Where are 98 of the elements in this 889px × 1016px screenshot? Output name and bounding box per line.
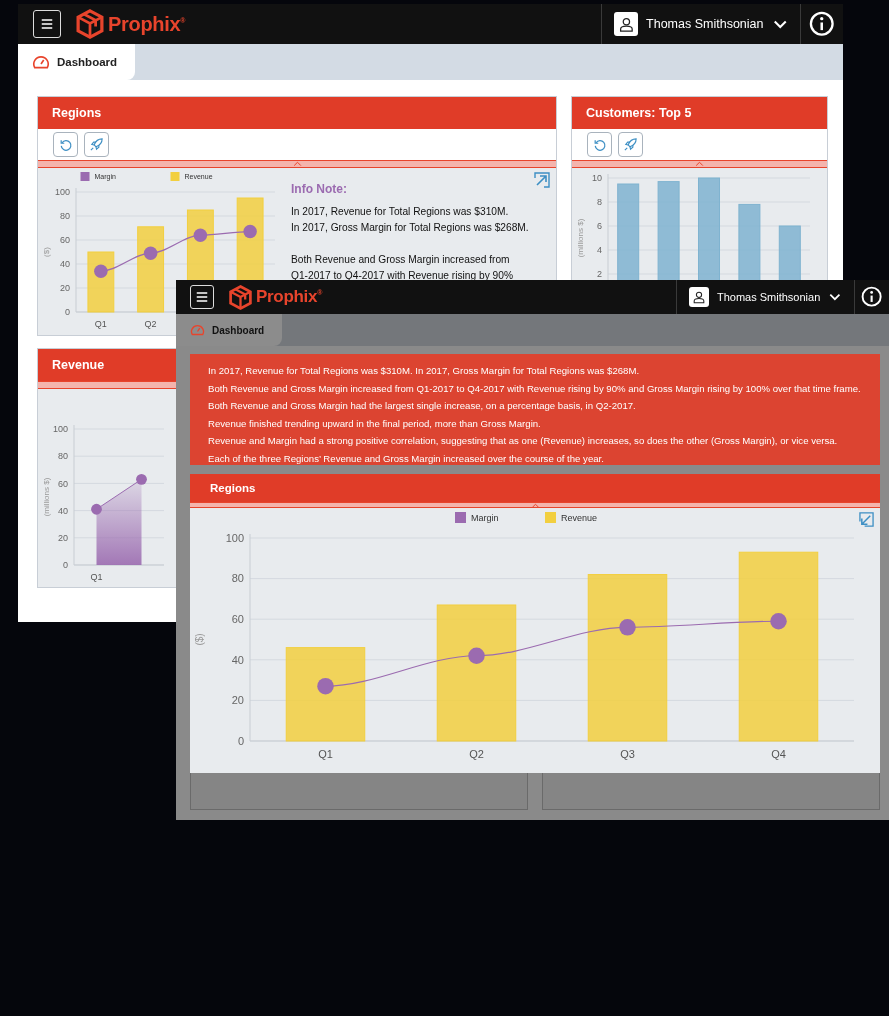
info-icon[interactable] bbox=[861, 286, 883, 308]
info-note-heading: Info Note: bbox=[291, 182, 348, 196]
axis-tick-label: 20 bbox=[58, 532, 68, 543]
axis-tick-label: 0 bbox=[65, 307, 70, 318]
data-point bbox=[136, 473, 147, 485]
data-point bbox=[243, 224, 257, 239]
dashboard-tab[interactable]: Dashboard bbox=[176, 314, 283, 346]
data-point bbox=[468, 647, 485, 664]
axis-title: (millions $) bbox=[576, 218, 585, 258]
user-avatar-icon bbox=[614, 12, 639, 36]
menu-button[interactable] bbox=[33, 10, 61, 38]
axis-tick-label: 80 bbox=[58, 451, 68, 462]
collapse-bar[interactable] bbox=[572, 160, 827, 168]
refresh-button[interactable] bbox=[587, 132, 612, 157]
axis-label: Q4 bbox=[771, 748, 786, 760]
axis-label: Q2 bbox=[144, 319, 157, 329]
collapse-bar[interactable] bbox=[190, 502, 880, 508]
rocket-button[interactable] bbox=[84, 132, 109, 157]
user-menu-button[interactable]: Thomas Smithsonian bbox=[675, 280, 855, 314]
refresh-icon bbox=[592, 137, 607, 152]
data-point bbox=[193, 228, 208, 242]
axis-tick-label: 100 bbox=[225, 531, 244, 544]
axis-tick-label: 40 bbox=[60, 259, 70, 270]
summary-text: In 2017, Revenue for Total Regions was $310M. In 2017, Gross Margin for Total Regions was $268M. bbox=[208, 364, 641, 378]
axis-title: (millions $) bbox=[42, 477, 51, 517]
panel-title: Revenue bbox=[38, 349, 176, 381]
axis-tick-label: 80 bbox=[231, 572, 244, 585]
expand-icon[interactable] bbox=[534, 172, 550, 188]
summary-text: Each of the three Regions’ Revenue and Gross Margin increased over the course of the year. bbox=[208, 451, 605, 466]
refresh-icon bbox=[58, 137, 73, 152]
menu-button[interactable] bbox=[190, 285, 214, 309]
axis-tick-label: 20 bbox=[60, 283, 70, 294]
axis-label: Q1 bbox=[94, 319, 107, 329]
axis-tick-label: 40 bbox=[58, 505, 68, 516]
axis-tick-label: 80 bbox=[60, 211, 70, 222]
info-note-text: In 2017, Gross Margin for Total Regions was $268M. bbox=[291, 221, 529, 235]
panel-title: Regions bbox=[38, 97, 556, 129]
axis-tick-label: 60 bbox=[60, 235, 70, 246]
data-point bbox=[770, 613, 787, 630]
speedometer-icon bbox=[32, 54, 50, 70]
axis-tick-label: 10 bbox=[592, 173, 602, 184]
collapse-icon[interactable] bbox=[859, 512, 874, 527]
axis-tick-label: 0 bbox=[237, 734, 244, 747]
data-point bbox=[143, 246, 158, 260]
refresh-button[interactable] bbox=[53, 132, 78, 157]
rocket-icon bbox=[89, 137, 104, 152]
axis-tick-label: 4 bbox=[597, 245, 602, 256]
axis-tick-label: 60 bbox=[231, 613, 244, 626]
collapse-bar[interactable] bbox=[38, 381, 176, 389]
user-menu-button[interactable]: Thomas Smithsonian bbox=[601, 4, 801, 44]
summary-text: Both Revenue and Gross Margin had the largest single increase, on a percentage basis, in Q2-2017. bbox=[208, 399, 637, 414]
axis-tick-label: 2 bbox=[597, 269, 602, 280]
bar bbox=[87, 251, 115, 313]
axis-title: ($) bbox=[194, 633, 205, 646]
axis-label: Q1 bbox=[318, 748, 333, 760]
legend-label: Revenue bbox=[561, 513, 598, 523]
summary-text: Revenue finished trending upward in the final period, more than Gross Margin. bbox=[208, 416, 542, 431]
data-point bbox=[619, 619, 636, 636]
legend-item: Revenue bbox=[545, 512, 598, 523]
axis-tick-label: 60 bbox=[58, 478, 68, 489]
data-point bbox=[317, 677, 334, 695]
info-note-text: In 2017, Revenue for Total Regions was $310M. bbox=[291, 205, 510, 219]
data-point bbox=[91, 503, 102, 515]
axis-tick-label: 40 bbox=[231, 653, 244, 666]
user-avatar-icon bbox=[688, 287, 709, 307]
logo-text: Prophix$^{®}$ bbox=[256, 287, 323, 307]
legend-label: Margin bbox=[471, 513, 499, 523]
legend-item: Margin bbox=[455, 512, 499, 523]
caret-up-icon[interactable] bbox=[695, 161, 704, 166]
collapse-bar[interactable] bbox=[38, 160, 556, 168]
axis-tick-label: 6 bbox=[597, 221, 602, 232]
summary-text: Both Revenue and Gross Margin increased from Q1-2017 to Q4-2017 with Revenue rising by 90% and Gross Margin rising by 100% over that time frame. bbox=[208, 381, 862, 396]
axis-label: Q2 bbox=[469, 748, 484, 760]
speedometer-icon bbox=[190, 324, 205, 336]
axis-tick-label: 100 bbox=[52, 424, 68, 435]
axis-tick-label: 0 bbox=[63, 560, 68, 571]
axis-label: Q1 bbox=[90, 572, 103, 582]
axis-tick-label: 100 bbox=[54, 187, 70, 198]
data-point bbox=[94, 264, 108, 278]
cube-logo-icon bbox=[75, 9, 105, 39]
caret-up-icon[interactable] bbox=[530, 503, 540, 508]
panel-title: Regions bbox=[190, 474, 880, 502]
logo-text: Prophix$^{®}$ bbox=[108, 12, 186, 36]
info-note-text: Both Revenue and Gross Margin increased from bbox=[291, 253, 511, 267]
axis-tick-label: 20 bbox=[231, 694, 244, 707]
info-icon[interactable] bbox=[809, 11, 835, 37]
rocket-button[interactable] bbox=[618, 132, 643, 157]
axis-title: ($) bbox=[42, 247, 51, 257]
panel-title: Customers: Top 5 bbox=[572, 97, 827, 129]
menu-icon bbox=[195, 290, 209, 304]
axis-tick-label: 8 bbox=[597, 197, 602, 208]
caret-up-icon[interactable] bbox=[292, 161, 302, 166]
summary-text: Revenue and Margin had a strong positive correlation, suggesting that as one (Revenue) increases, so does the other (Gross Margin), or vice versa. bbox=[208, 434, 839, 449]
dashboard-tab[interactable]: Dashboard bbox=[18, 44, 136, 80]
menu-icon bbox=[40, 17, 54, 31]
cube-logo-icon bbox=[228, 284, 253, 310]
rocket-icon bbox=[623, 137, 638, 152]
axis-label: Q3 bbox=[620, 748, 635, 760]
